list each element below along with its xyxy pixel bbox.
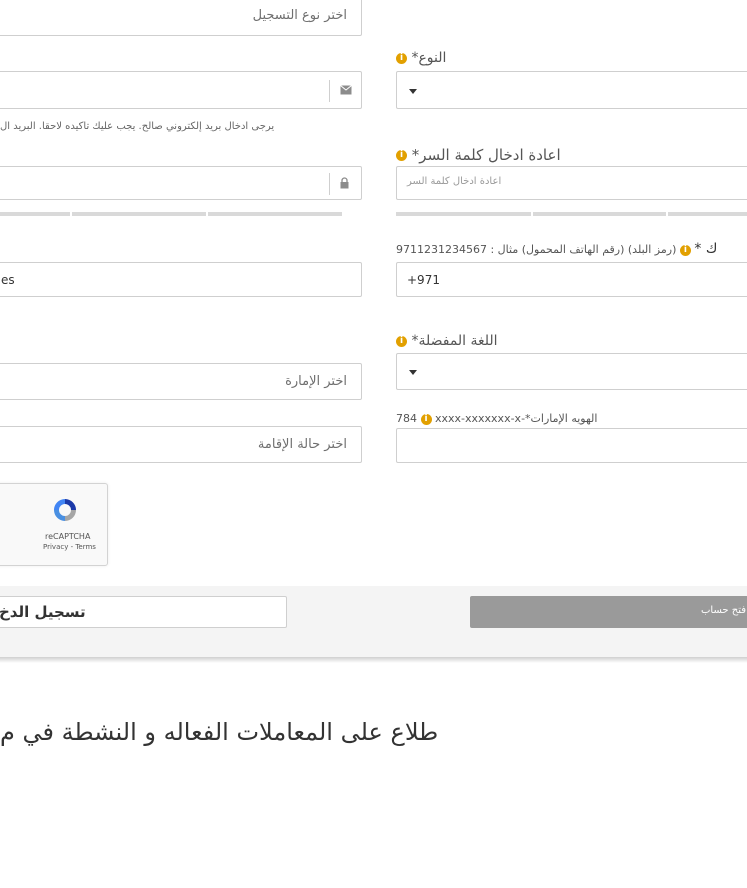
login-button[interactable]: تسجيل الدخ	[0, 596, 287, 628]
form-actions-band: تسجيل الدخ فتح حساب	[0, 586, 747, 657]
language-select[interactable]	[396, 353, 747, 390]
phone-label-prefix: ك *	[694, 241, 718, 257]
password-strength-bar	[72, 212, 206, 216]
nationality-input[interactable]: es	[0, 262, 362, 297]
gender-label: النوع* i	[396, 50, 446, 66]
panel-bottom-shadow	[0, 657, 747, 663]
phone-value: +971	[407, 273, 440, 287]
password-strength-bar	[668, 212, 747, 216]
lock-icon	[340, 177, 349, 189]
registration-type-select[interactable]: اختر نوع التسجيل	[0, 0, 362, 36]
residency-select[interactable]: اختر حالة الإقامة	[0, 426, 362, 463]
info-icon[interactable]: i	[679, 244, 691, 256]
emirates-id-label-left: 784	[396, 412, 417, 425]
recaptcha-widget[interactable]: reCAPTCHA Privacy - Terms	[0, 483, 108, 566]
residency-placeholder: اختر حالة الإقامة	[257, 437, 347, 452]
emirates-id-label-right: الهويه الإمارات*-xxxx-xxxxxxx-x	[435, 412, 598, 425]
password-confirm-label: اعادة ادخال كلمة السر* i	[396, 146, 561, 164]
phone-label: ك * i (رمز البلد) (رقم الهاتف المحمول) م…	[396, 241, 717, 257]
envelope-icon	[340, 85, 352, 95]
phone-input[interactable]: +971	[396, 262, 747, 297]
language-label: اللغة المفضلة* i	[396, 333, 498, 349]
info-icon[interactable]: i	[396, 150, 407, 161]
gender-select[interactable]	[396, 71, 747, 109]
info-icon[interactable]: i	[396, 335, 407, 347]
phone-label-text: (رمز البلد) (رقم الهاتف المحمول) مثال : …	[396, 243, 677, 256]
email-help-text: يرجى ادخال بريد إلكتروني صالح. يجب عليك …	[0, 121, 275, 132]
gender-label-text: النوع*	[411, 50, 447, 66]
info-icon[interactable]: i	[396, 52, 407, 64]
password-input[interactable]	[0, 166, 362, 200]
open-account-button-label: فتح حساب	[701, 605, 746, 616]
password-confirm-input[interactable]: اعادة ادخال كلمة السر	[396, 166, 747, 200]
emirates-id-label: 784 i الهويه الإمارات*-xxxx-xxxxxxx-x	[396, 412, 597, 425]
password-strength-bar	[533, 212, 666, 216]
info-icon[interactable]: i	[420, 413, 432, 425]
recaptcha-logo-icon	[54, 499, 76, 521]
emirate-select[interactable]: اختر الإمارة	[0, 363, 362, 400]
emirates-id-input[interactable]	[396, 428, 747, 463]
login-button-label: تسجيل الدخ	[0, 603, 86, 621]
password-strength-bar	[396, 212, 531, 216]
chevron-down-icon	[409, 89, 417, 94]
chevron-down-icon	[409, 370, 417, 375]
open-account-button[interactable]: فتح حساب	[470, 596, 747, 628]
password-strength-bar	[0, 212, 70, 216]
emirate-placeholder: اختر الإمارة	[285, 374, 347, 389]
nationality-value: es	[1, 273, 15, 287]
password-confirm-label-text: اعادة ادخال كلمة السر*	[411, 146, 561, 164]
registration-type-placeholder: اختر نوع التسجيل	[252, 8, 347, 23]
recaptcha-brand: reCAPTCHA	[45, 532, 91, 541]
footer-text: طلاع على المعاملات الفعاله و النشطة في م	[0, 718, 439, 746]
language-label-text: اللغة المفضلة*	[411, 333, 498, 349]
email-input[interactable]	[0, 71, 362, 109]
recaptcha-links[interactable]: Privacy - Terms	[43, 543, 96, 551]
password-strength-bar	[208, 212, 342, 216]
password-confirm-placeholder: اعادة ادخال كلمة السر	[407, 176, 502, 187]
